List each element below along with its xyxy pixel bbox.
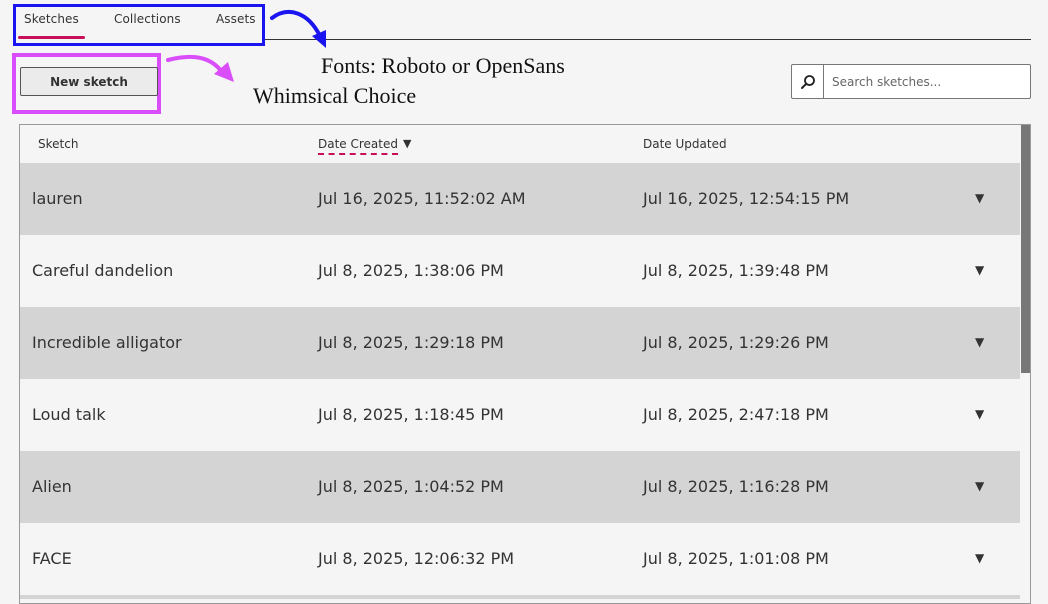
date-updated: Jul 16, 2025, 12:54:15 PM: [643, 189, 850, 208]
scrollbar-thumb[interactable]: [1021, 125, 1030, 373]
row-menu-chevron-icon[interactable]: ▼: [975, 191, 984, 205]
annotation-arrow-purple: [166, 54, 234, 82]
tab-divider: [263, 39, 1031, 40]
sketch-name[interactable]: Loud talk: [32, 405, 106, 424]
new-sketch-button[interactable]: New sketch: [20, 67, 158, 96]
date-created: Jul 16, 2025, 11:52:02 AM: [318, 189, 526, 208]
row-menu-chevron-icon[interactable]: ▼: [975, 479, 984, 493]
search-icon: [800, 74, 815, 89]
date-created: Jul 8, 2025, 1:38:06 PM: [318, 261, 504, 280]
table-row[interactable]: lauren Jul 16, 2025, 11:52:02 AM Jul 16,…: [20, 163, 1020, 235]
date-updated: Jul 8, 2025, 1:16:28 PM: [643, 477, 829, 496]
date-updated: Jul 8, 2025, 2:47:18 PM: [643, 405, 829, 424]
date-created: Jul 8, 2025, 12:06:32 PM: [318, 549, 515, 568]
date-created: Jul 8, 2025, 1:04:52 PM: [318, 477, 504, 496]
annotation-choice-note: Whimsical Choice: [253, 83, 417, 108]
table-row[interactable]: Incredible alligator Jul 8, 2025, 1:29:1…: [20, 307, 1020, 379]
table-row[interactable]: Alien Jul 8, 2025, 1:04:52 PM Jul 8, 202…: [20, 451, 1020, 523]
date-created: Jul 8, 2025, 1:29:18 PM: [318, 333, 504, 352]
date-updated: Jul 8, 2025, 1:29:26 PM: [643, 333, 829, 352]
search-box: [791, 64, 1031, 99]
table-row[interactable]: Loud talk Jul 8, 2025, 1:18:45 PM Jul 8,…: [20, 379, 1020, 451]
sketch-name[interactable]: FACE: [32, 549, 72, 568]
next-row-edge: [20, 595, 1020, 599]
sketch-name[interactable]: lauren: [32, 189, 83, 208]
column-header-sketch[interactable]: Sketch: [38, 137, 78, 151]
sketches-table: Sketch Date Created ▼ Date Updated laure…: [19, 124, 1031, 604]
table-row[interactable]: FACE Jul 8, 2025, 12:06:32 PM Jul 8, 202…: [20, 523, 1020, 595]
annotation-arrow-blue: [270, 10, 326, 48]
row-menu-chevron-icon[interactable]: ▼: [975, 335, 984, 349]
search-button[interactable]: [792, 65, 824, 98]
annotation-fonts-note: Fonts: Roboto or OpenSans: [321, 53, 565, 78]
table-header: Sketch Date Created ▼ Date Updated: [20, 125, 1020, 163]
date-updated: Jul 8, 2025, 1:39:48 PM: [643, 261, 829, 280]
row-menu-chevron-icon[interactable]: ▼: [975, 551, 984, 565]
sort-descending-icon[interactable]: ▼: [403, 137, 411, 150]
annotation-tabs-box: [13, 4, 265, 46]
date-created: Jul 8, 2025, 1:18:45 PM: [318, 405, 504, 424]
sketch-name[interactable]: Alien: [32, 477, 72, 496]
column-header-date-created[interactable]: Date Created: [318, 137, 398, 155]
search-input[interactable]: [824, 65, 1030, 98]
date-updated: Jul 8, 2025, 1:01:08 PM: [643, 549, 829, 568]
sketch-name[interactable]: Careful dandelion: [32, 261, 173, 280]
column-header-date-updated[interactable]: Date Updated: [643, 137, 727, 151]
sketch-name[interactable]: Incredible alligator: [32, 333, 182, 352]
table-row[interactable]: Careful dandelion Jul 8, 2025, 1:38:06 P…: [20, 235, 1020, 307]
row-menu-chevron-icon[interactable]: ▼: [975, 407, 984, 421]
row-menu-chevron-icon[interactable]: ▼: [975, 263, 984, 277]
